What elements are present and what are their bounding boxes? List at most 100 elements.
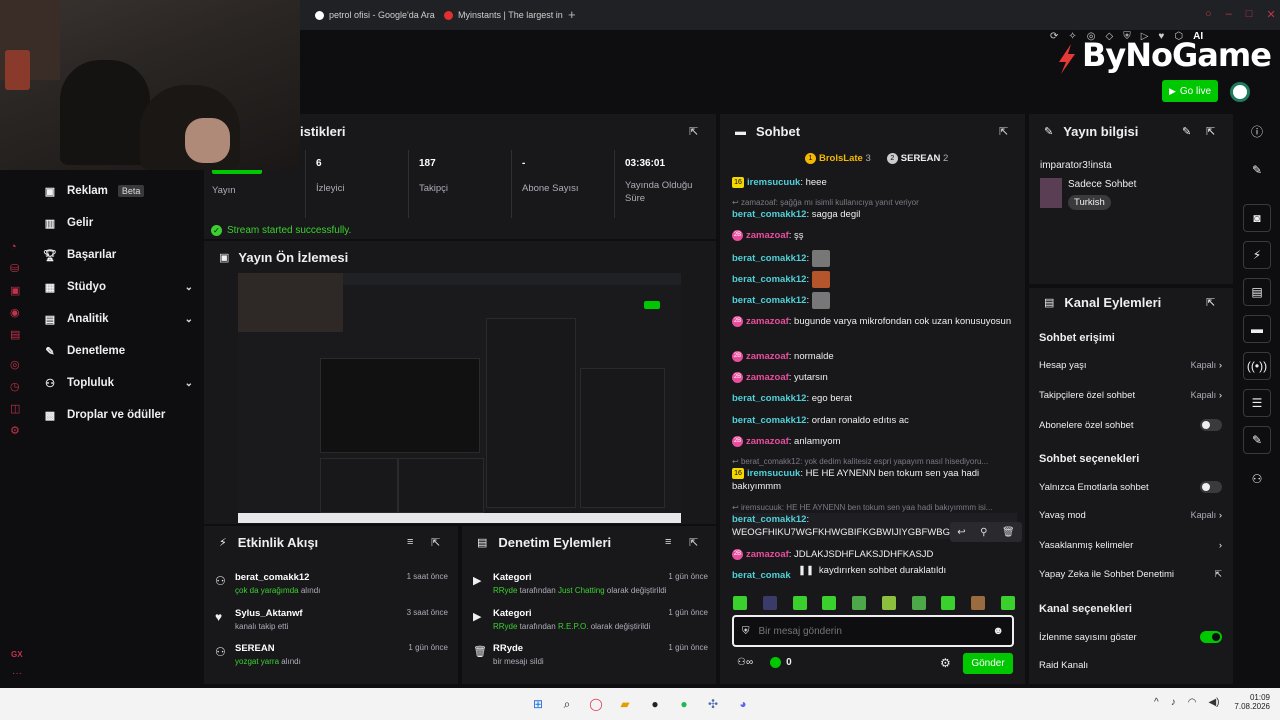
emote-image[interactable] xyxy=(971,596,986,610)
chat-message[interactable]: 2B zamazoaf: şş xyxy=(732,229,1017,242)
setting-show-viewcount[interactable]: İzlenme sayısını göster xyxy=(1039,631,1222,643)
bag-icon[interactable]: ⛁ xyxy=(10,258,20,280)
emote-image[interactable] xyxy=(733,596,747,610)
user-avatar[interactable] xyxy=(1230,82,1250,102)
moderation-row[interactable]: 🗑︎ RRyde bir mesajı sildi 1 gün önce xyxy=(473,643,708,671)
chat-message[interactable]: 16 iremsucuuk: heee xyxy=(732,176,1017,189)
ext-icon[interactable]: ✧ xyxy=(1068,31,1076,42)
chat-message[interactable]: 2B zamazoaf: anlamıyom xyxy=(732,435,1017,448)
wifi-icon[interactable]: ◠ xyxy=(1188,697,1197,708)
twitch-icon[interactable]: ▤ xyxy=(10,324,20,346)
chat-message[interactable]: berat_comakk12: sagga degil xyxy=(732,208,1017,221)
chat-message[interactable]: berat_comakk12: ordan ronaldo edıtıs ac xyxy=(732,414,1017,427)
emoji-icon[interactable]: ☻ xyxy=(992,625,1004,637)
top-user[interactable]: 2 SEREAN 2 xyxy=(886,153,948,164)
browser-tab[interactable]: Myinstants | The largest in xyxy=(444,6,564,24)
spotify-icon[interactable]: ● xyxy=(674,694,694,714)
sidebar-item-basarilar[interactable]: 🏆︎ Başarılar xyxy=(43,241,193,269)
stream-preview-video[interactable] xyxy=(238,273,681,523)
edit-icon[interactable]: ✎ xyxy=(1243,156,1271,184)
ext-icon[interactable]: ⟳ xyxy=(1050,31,1058,42)
chat-message[interactable]: berat_comakk12: ego berat xyxy=(732,392,1017,405)
bolt-icon[interactable]: ⚡︎ xyxy=(1243,241,1271,269)
toggle-switch[interactable] xyxy=(1200,419,1222,431)
sidebar-item-topluluk[interactable]: ⚇ Topluluk ⌄ xyxy=(43,369,193,397)
setting-subscribers-only[interactable]: Abonelere özel sohbet xyxy=(1039,419,1222,431)
filter-icon[interactable]: ≡ xyxy=(407,536,413,548)
moderation-row[interactable]: ▶ Kategori RRyde tarafından R.E.P.O. ola… xyxy=(473,608,708,636)
chat-message[interactable]: berat_comakk12: xyxy=(732,250,1017,267)
chat-username[interactable]: zamazoaf xyxy=(746,230,789,241)
send-button[interactable]: Gönder xyxy=(963,653,1013,674)
popout-icon[interactable]: ⇱ xyxy=(1206,296,1215,309)
emote-image[interactable] xyxy=(762,596,777,610)
broadcast-icon[interactable]: ((•)) xyxy=(1243,352,1271,380)
browser-tab[interactable]: petrol ofisi - Google'da Ara xyxy=(315,6,435,24)
setting-account-age[interactable]: Hesap yaşı Kapalı › xyxy=(1039,360,1222,371)
maximize-icon[interactable]: □ xyxy=(1246,8,1253,21)
chat-message[interactable]: 2B zamazoaf: bugunde varya mikrofondan co… xyxy=(732,315,1017,328)
new-tab-icon[interactable]: + xyxy=(568,7,576,22)
chat-username[interactable]: zamazoaf xyxy=(746,316,789,327)
edit-icon[interactable]: ✎ xyxy=(1182,125,1191,138)
document-icon[interactable]: ▤ xyxy=(1243,278,1271,306)
popout-icon[interactable]: ⇱ xyxy=(689,536,698,549)
chat-username[interactable]: iremsucuuk xyxy=(747,177,800,188)
reply-icon[interactable]: ↩ xyxy=(957,527,965,538)
search-icon[interactable]: ⌕ xyxy=(557,694,577,714)
emote-image[interactable] xyxy=(1000,596,1015,610)
setting-ai-moderation[interactable]: Yapay Zeka ile Sohbet Denetimi ⇱ xyxy=(1039,569,1222,580)
setting-banned-words[interactable]: Yasaklanmış kelimeler › xyxy=(1039,540,1222,551)
folder-icon[interactable]: ▰ xyxy=(615,694,635,714)
pin-icon[interactable]: ⚲ xyxy=(980,527,987,538)
delete-icon[interactable]: 🗑︎ xyxy=(1002,527,1015,538)
emote-image[interactable] xyxy=(881,596,896,610)
history-icon[interactable]: ◔ xyxy=(10,236,20,258)
setting-followers-only[interactable]: Takipçilere özel sohbet Kapalı › xyxy=(1039,390,1222,401)
chat-username[interactable]: iremsucuuk xyxy=(747,468,800,479)
activity-row[interactable]: ⚇ SEREAN yozgat yarra alındı 1 gün önce xyxy=(215,643,448,671)
sidebar-item-studyo[interactable]: ▦ Stüdyo ⌄ xyxy=(43,273,193,301)
sidebar-item-denetleme[interactable]: ✎ Denetleme xyxy=(43,337,193,365)
info-icon[interactable]: ⓘ xyxy=(1243,117,1271,145)
chat-username[interactable]: berat_comakk12 xyxy=(732,393,806,404)
camera-icon[interactable]: ◙ xyxy=(1243,204,1271,232)
emote-image[interactable] xyxy=(941,596,956,610)
activity-row[interactable]: ♥ Sylus_Aktanwf kanalı takip etti 3 saat… xyxy=(215,608,448,636)
sidebar-item-reklam[interactable]: ▣ Reklam Beta xyxy=(43,177,193,205)
brand-logo[interactable]: ByNoGame xyxy=(1082,36,1272,74)
chat-username[interactable]: berat_comakk12 xyxy=(732,253,806,264)
chat-message[interactable]: 2B zamazoaf: normalde xyxy=(732,350,1017,363)
chat-message[interactable]: 2B zamazoaf: yutarsın xyxy=(732,371,1017,384)
toggle-switch[interactable] xyxy=(1200,631,1222,643)
activity-row[interactable]: ⚇ berat_comakk12 çok da yarağımda alındı… xyxy=(215,572,448,600)
top-user[interactable]: 1 BrolsLate 3 xyxy=(805,153,871,164)
chat-paused-banner[interactable]: ❚❚ kaydırırken sohbet duraklatıldı xyxy=(792,561,952,579)
list-icon[interactable]: ☰ xyxy=(1243,389,1271,417)
popout-icon[interactable]: ⇱ xyxy=(689,125,698,138)
setting-slow-mode[interactable]: Yavaş mod Kapalı › xyxy=(1039,510,1222,521)
clock-icon[interactable]: ◷ xyxy=(10,376,20,398)
chat-username[interactable]: berat_comakk12 xyxy=(732,514,806,525)
wrench-icon[interactable]: ✎ xyxy=(1243,426,1271,454)
chat-message[interactable]: 2B zamazoaf: JDLAKJSDHFLAKSJDHFKASJD xyxy=(732,548,1017,561)
chevron-up-icon[interactable]: ^ xyxy=(1154,697,1159,708)
chat-username[interactable]: berat_comakk12 xyxy=(732,415,806,426)
mic-icon[interactable]: ♪ xyxy=(1171,697,1176,708)
message-icon[interactable]: ▣ xyxy=(10,280,20,302)
minimize-icon[interactable]: – xyxy=(1226,8,1232,21)
chat-message[interactable]: berat_comakk12: xyxy=(732,292,1017,309)
network-icon[interactable]: ✣ xyxy=(703,694,723,714)
toggle-switch[interactable] xyxy=(1200,481,1222,493)
chat-username[interactable]: berat_comakk12 xyxy=(732,295,806,306)
moderation-row[interactable]: ▶ Kategori RRyde tarafından Just Chattin… xyxy=(473,572,708,600)
emote-image[interactable] xyxy=(822,596,837,610)
chat-username[interactable]: zamazoaf xyxy=(746,549,789,560)
filter-icon[interactable]: ≡ xyxy=(665,536,671,548)
emote-image[interactable] xyxy=(852,596,867,610)
windows-start-icon[interactable]: ⊞ xyxy=(528,694,548,714)
emote-image[interactable] xyxy=(911,596,926,610)
more-icon[interactable]: ··· xyxy=(12,668,22,679)
opera-gx-icon[interactable]: ◯ xyxy=(586,694,606,714)
community-icon[interactable]: ⚇∞ xyxy=(737,657,753,668)
